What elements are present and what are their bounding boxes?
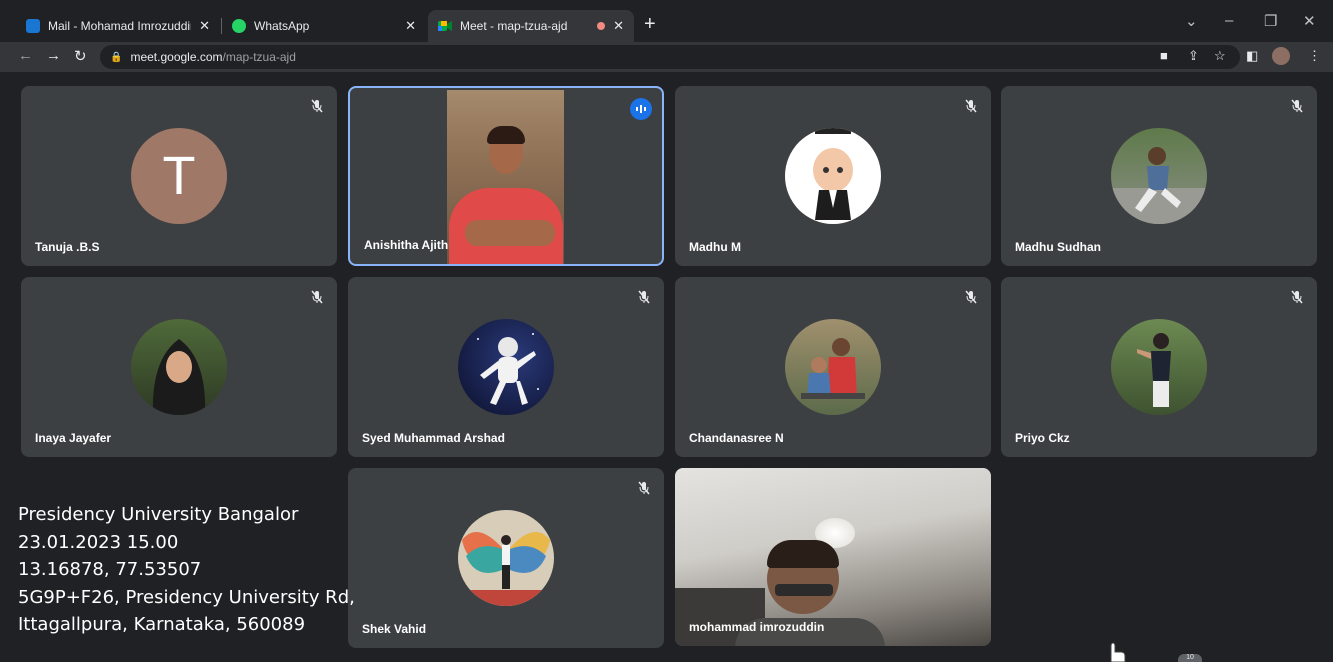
tab-mail[interactable]: Mail - Mohamad Imrozuddin-As ✕ <box>16 10 220 42</box>
tab-meet[interactable]: Meet - map-tzua-ajd ✕ <box>428 10 634 42</box>
close-icon[interactable]: ✕ <box>613 18 624 34</box>
tab-title: Mail - Mohamad Imrozuddin-As <box>48 19 191 33</box>
share-icon[interactable]: ⇪ <box>1188 48 1199 64</box>
close-window-icon[interactable]: ✕ <box>1303 12 1316 30</box>
mic-off-icon <box>307 96 327 116</box>
side-panel-icon[interactable]: ◧ <box>1246 48 1258 64</box>
avatar <box>785 128 881 224</box>
geotag-address-line2: Ittagallpura, Karnataka, 560089 <box>18 614 306 635</box>
participant-name: Shek Vahid <box>362 622 427 636</box>
video-feed <box>447 90 564 264</box>
speaking-indicator-icon <box>630 98 652 120</box>
participant-name: Inaya Jayafer <box>35 431 112 445</box>
avatar <box>458 510 554 606</box>
participant-tile-speaking[interactable]: Anishitha Ajith <box>348 86 664 266</box>
participant-name: Madhu Sudhan <box>1015 240 1101 254</box>
mic-off-icon <box>307 287 327 307</box>
browser-toolbar: ← → ↻ 🔒 meet.google.com /map-tzua-ajd ■ … <box>0 42 1333 72</box>
participant-tile[interactable]: Chandanasree N <box>675 277 991 457</box>
close-icon[interactable]: ✕ <box>199 18 210 34</box>
participant-name: Madhu M <box>689 240 741 254</box>
participant-count-badge[interactable]: 10 <box>1178 654 1202 662</box>
participant-name: Priyo Ckz <box>1015 431 1070 445</box>
participant-tile[interactable]: Shek Vahid <box>348 468 664 648</box>
geotag-datetime: 23.01.2023 15.00 <box>18 531 179 553</box>
browser-tab-bar: Mail - Mohamad Imrozuddin-As ✕ WhatsApp … <box>0 0 1333 42</box>
participant-tile[interactable]: Priyo Ckz <box>1001 277 1317 457</box>
mic-off-icon <box>1287 96 1307 116</box>
geotag-overlay: Presidency University Bangalor 23.01.202… <box>18 501 355 639</box>
recording-indicator-icon <box>597 22 606 30</box>
address-bar[interactable]: 🔒 meet.google.com /map-tzua-ajd <box>100 45 1240 69</box>
mic-off-icon <box>634 287 654 307</box>
url-path: /map-tzua-ajd <box>222 50 296 64</box>
mic-off-icon <box>634 478 654 498</box>
outlook-icon <box>26 19 40 33</box>
participant-tile[interactable]: Madhu M <box>675 86 991 266</box>
mic-off-icon <box>961 96 981 116</box>
avatar <box>131 319 227 415</box>
participant-tile[interactable]: T Tanuja .B.S <box>21 86 337 266</box>
url-domain: meet.google.com <box>130 50 223 64</box>
participant-name: Anishitha Ajith <box>364 238 449 252</box>
avatar: T <box>131 128 227 224</box>
geotag-coordinates: 13.16878, 77.53507 <box>18 559 202 580</box>
whatsapp-icon <box>232 19 246 33</box>
forward-icon[interactable]: → <box>46 47 61 64</box>
lock-icon: 🔒 <box>110 51 123 63</box>
participant-tile[interactable]: Syed Muhammad Arshad <box>348 277 664 457</box>
participant-name: Syed Muhammad Arshad <box>362 431 505 445</box>
participant-tile[interactable]: Madhu Sudhan <box>1001 86 1317 266</box>
menu-icon[interactable]: ⋮ <box>1308 48 1321 64</box>
mic-off-icon <box>961 287 981 307</box>
meet-icon <box>438 19 452 33</box>
tab-title: Meet - map-tzua-ajd <box>460 19 568 33</box>
new-tab-button[interactable]: + <box>644 13 656 36</box>
self-view-tile[interactable]: mohammad imrozuddin <box>675 468 991 646</box>
participant-name: Tanuja .B.S <box>35 240 100 254</box>
participant-tile[interactable]: Inaya Jayafer <box>21 277 337 457</box>
close-icon[interactable]: ✕ <box>405 18 416 34</box>
avatar <box>1111 319 1207 415</box>
tab-search-icon[interactable]: ⌄ <box>1185 12 1198 30</box>
restore-icon[interactable]: ❐ <box>1264 12 1277 30</box>
camera-in-use-icon[interactable]: ■ <box>1160 48 1168 63</box>
avatar <box>1111 128 1207 224</box>
profile-avatar[interactable] <box>1272 47 1290 65</box>
geotag-location: Presidency University Bangalor <box>18 504 299 525</box>
minimize-icon[interactable]: – <box>1225 12 1233 29</box>
mic-off-icon <box>1287 287 1307 307</box>
back-icon[interactable]: ← <box>18 47 33 64</box>
participant-name: Chandanasree N <box>689 431 784 445</box>
bookmark-star-icon[interactable]: ☆ <box>1214 48 1226 64</box>
geotag-address-line1: 5G9P+F26, Presidency University Rd, <box>18 586 355 608</box>
tab-whatsapp[interactable]: WhatsApp ✕ <box>222 10 426 42</box>
avatar <box>785 319 881 415</box>
reload-icon[interactable]: ↻ <box>74 47 87 65</box>
hand-cursor-icon <box>1105 642 1127 662</box>
avatar <box>458 319 554 415</box>
participant-name: mohammad imrozuddin <box>689 620 825 634</box>
tab-title: WhatsApp <box>254 19 310 33</box>
